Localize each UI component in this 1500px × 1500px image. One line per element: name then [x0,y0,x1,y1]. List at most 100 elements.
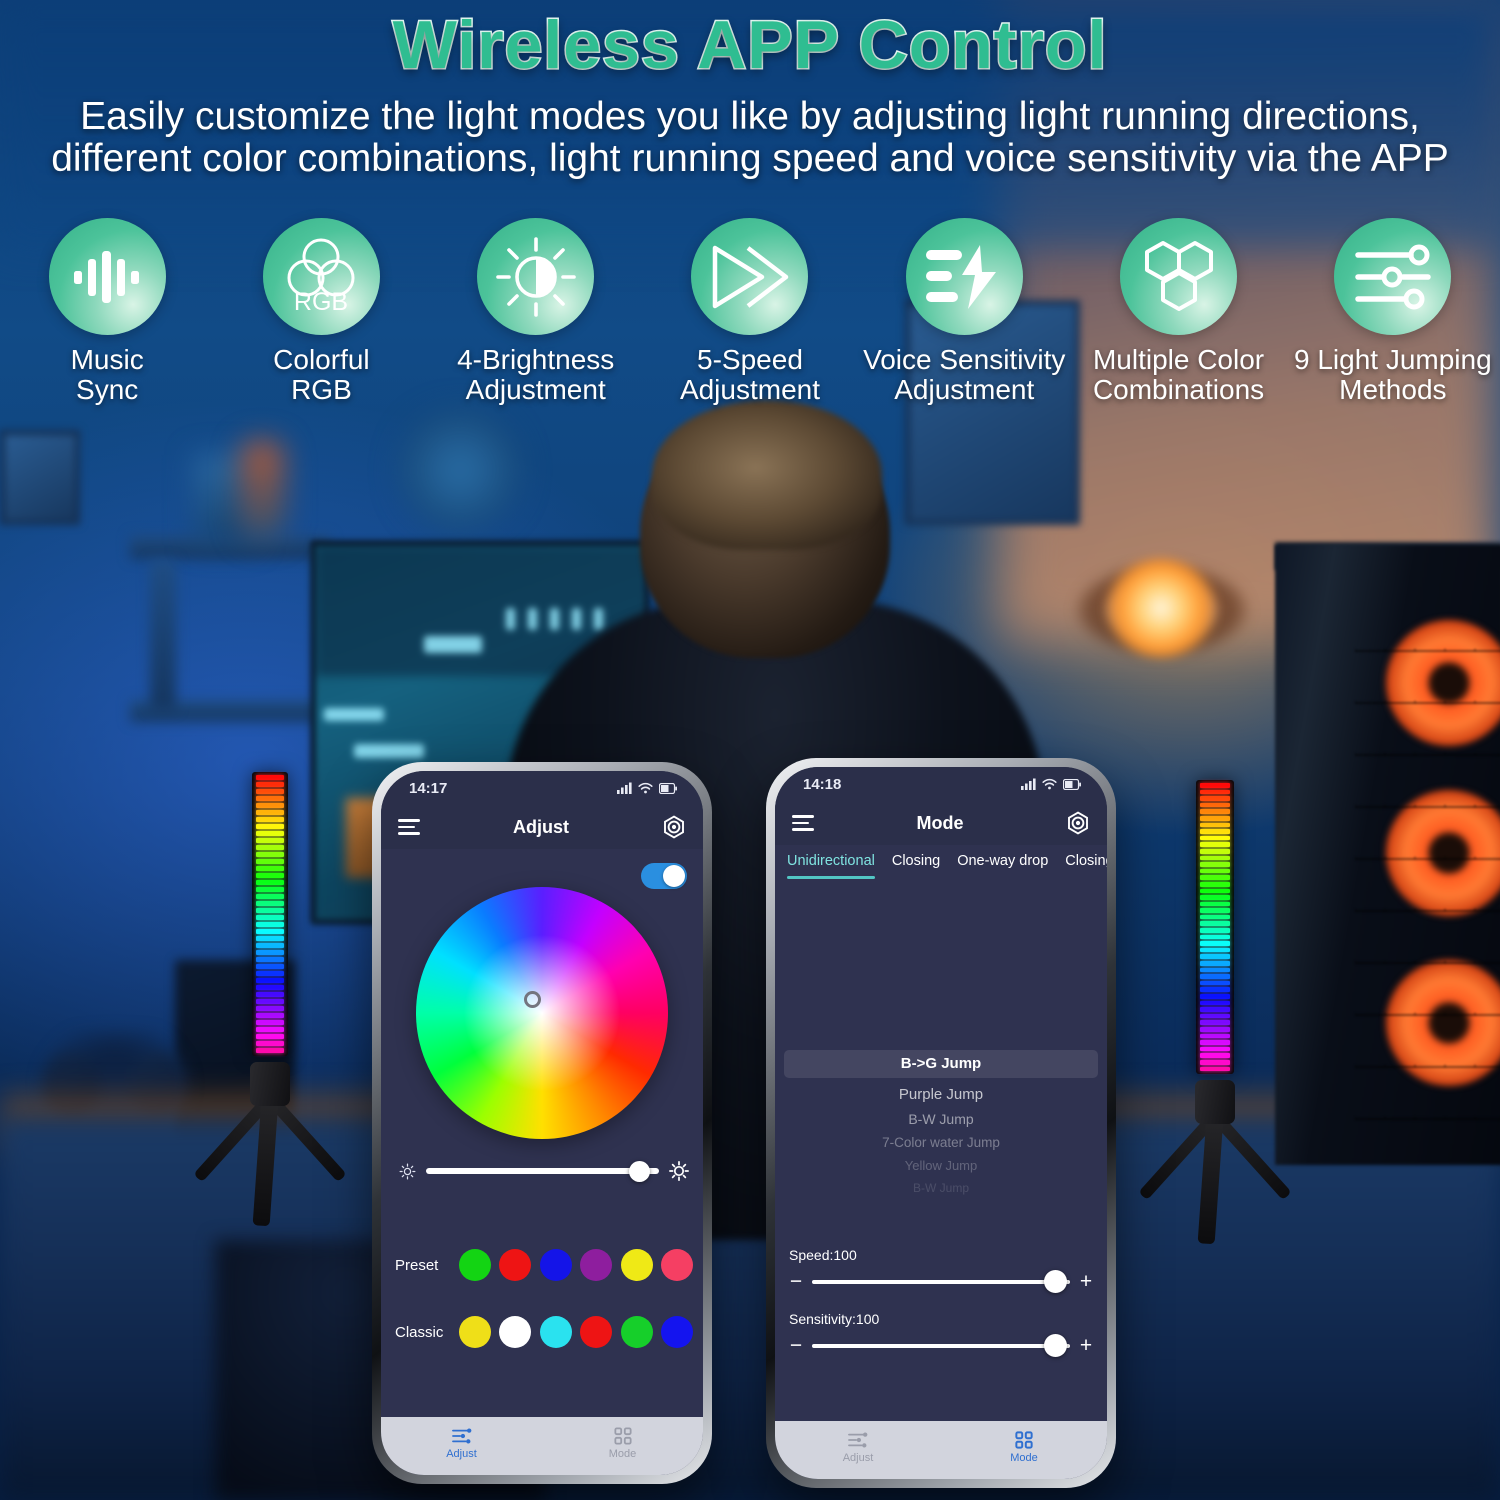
led-segment [256,1048,284,1053]
led-segment [256,775,284,780]
led-segment [256,971,284,976]
preset-swatch-0[interactable] [459,1249,491,1281]
led-segment [256,915,284,920]
preset-swatch-2[interactable] [539,1249,572,1281]
classic-swatch-3[interactable] [580,1316,613,1348]
hamburger-menu-icon[interactable] [398,819,420,835]
feature-speed: 5-Speed Adjustment [643,218,857,405]
preset-label: Preset [395,1256,439,1274]
speed-minus-button[interactable]: − [789,1271,803,1292]
led-segment [1200,1066,1230,1072]
led-segment [256,796,284,801]
sensitivity-plus-button[interactable]: + [1079,1335,1093,1356]
classic-swatch-2[interactable] [539,1316,572,1348]
mode-picker-item-1[interactable]: B-W Jump [775,1111,1107,1127]
led-segment [256,866,284,871]
led-segment [256,922,284,927]
sensitivity-thumb[interactable] [1043,1334,1067,1357]
led-segment [1200,815,1230,821]
product-marketing-image: Wireless APP Control Easily customize th… [0,0,1500,1500]
led-segment [1200,881,1230,887]
battery-icon [1063,778,1081,790]
color-wheel-picker[interactable] [416,887,668,1139]
led-segment [256,936,284,941]
sliders-icon [1334,218,1452,335]
classic-swatch-5[interactable] [660,1316,693,1348]
mode-tab-3[interactable]: Closing and t [1065,853,1107,879]
classic-color-row: Classic [395,1316,693,1348]
mode-picker-item-3[interactable]: Yellow Jump [775,1158,1107,1173]
person-hair [652,400,882,550]
preset-swatch-3[interactable] [580,1249,613,1281]
sensitivity-control: Sensitivity:100 − + [789,1311,1093,1357]
tab-label: Adjust [842,1451,874,1464]
speed-control: Speed:100 − + [789,1247,1093,1293]
led-segment [1200,835,1230,841]
mode-picker-item-4[interactable]: B-W Jump [775,1181,1107,1195]
mode-tab-1[interactable]: Closing [892,853,940,879]
led-segment [1200,921,1230,927]
led-segment [1200,961,1230,966]
brightness-sun-icon [477,218,595,335]
tab-adjust[interactable]: Adjust [813,1431,903,1464]
classic-swatch-4[interactable] [620,1316,653,1348]
led-segment [1200,842,1230,847]
tab-adjust[interactable]: Adjust [417,1427,507,1460]
feature-label: Voice Sensitivity Adjustment [863,344,1066,406]
tab-label: Mode [1010,1451,1038,1464]
led-segment [1200,914,1230,920]
color-wheel-cursor[interactable] [523,991,541,1009]
led-segment [256,943,284,948]
led-segment [256,1027,284,1032]
tab-mode[interactable]: Mode [578,1426,668,1460]
led-segment [256,838,284,843]
feature-brightness: 4-Brightness Adjustment [429,218,643,405]
gear-icon[interactable] [1066,811,1090,835]
sensitivity-track[interactable] [812,1334,1070,1357]
led-segment [256,929,284,934]
speed-thumb[interactable] [1043,1270,1067,1293]
signal-icon [1021,778,1036,790]
speed-track[interactable] [812,1270,1070,1293]
led-segment [1200,941,1230,946]
mode-picker-selected[interactable]: B->G Jump [775,1055,1107,1072]
feature-colorful-rgb: RGB Colorful RGB [214,218,428,405]
hamburger-menu-icon[interactable] [792,815,814,831]
speed-plus-button[interactable]: + [1079,1271,1093,1292]
mode-picker-item-2[interactable]: 7-Color water Jump [775,1135,1107,1150]
power-toggle[interactable] [641,863,687,889]
mode-tab-2[interactable]: One-way drop [957,853,1048,879]
grid-icon [1015,1430,1033,1449]
classic-swatch-1[interactable] [499,1316,532,1348]
led-segment [1200,888,1230,894]
gear-icon[interactable] [662,815,686,839]
brightness-low-icon [399,1163,416,1179]
feature-label: Music Sync [70,344,144,406]
tab-mode[interactable]: Mode [979,1430,1069,1464]
feature-light-jumping: 9 Light Jumping Methods [1286,218,1500,405]
sliders-icon [848,1431,868,1448]
brightness-track[interactable] [426,1160,659,1182]
brightness-slider[interactable] [399,1160,689,1182]
mode-picker-wheel[interactable]: B->G Jump Purple Jump B-W Jump 7-Color wat… [775,1050,1107,1235]
rgb-light-bar-left [193,772,347,1227]
preset-swatch-1[interactable] [499,1249,532,1281]
brightness-thumb[interactable] [629,1160,651,1182]
led-segment [256,880,284,885]
led-segment [256,1020,284,1025]
desk-lamp-glow [1106,558,1216,658]
classic-label: Classic [395,1323,444,1341]
feature-music-sync: Music Sync [0,218,214,405]
preset-swatch-4[interactable] [620,1249,653,1281]
rgb-circles-icon: RGB [262,218,380,335]
status-time: 14:18 [803,775,842,793]
led-segment [256,908,284,913]
feature-label: Multiple Color Combinations [1092,344,1265,406]
shelf-object-2 [240,440,285,540]
tab-label: Adjust [446,1447,477,1460]
classic-swatch-0[interactable] [459,1316,491,1348]
sensitivity-minus-button[interactable]: − [789,1335,803,1356]
preset-swatch-5[interactable] [660,1249,693,1281]
mode-picker-item-0[interactable]: Purple Jump [775,1086,1107,1103]
mode-tab-0[interactable]: Unidirectional [787,853,875,879]
